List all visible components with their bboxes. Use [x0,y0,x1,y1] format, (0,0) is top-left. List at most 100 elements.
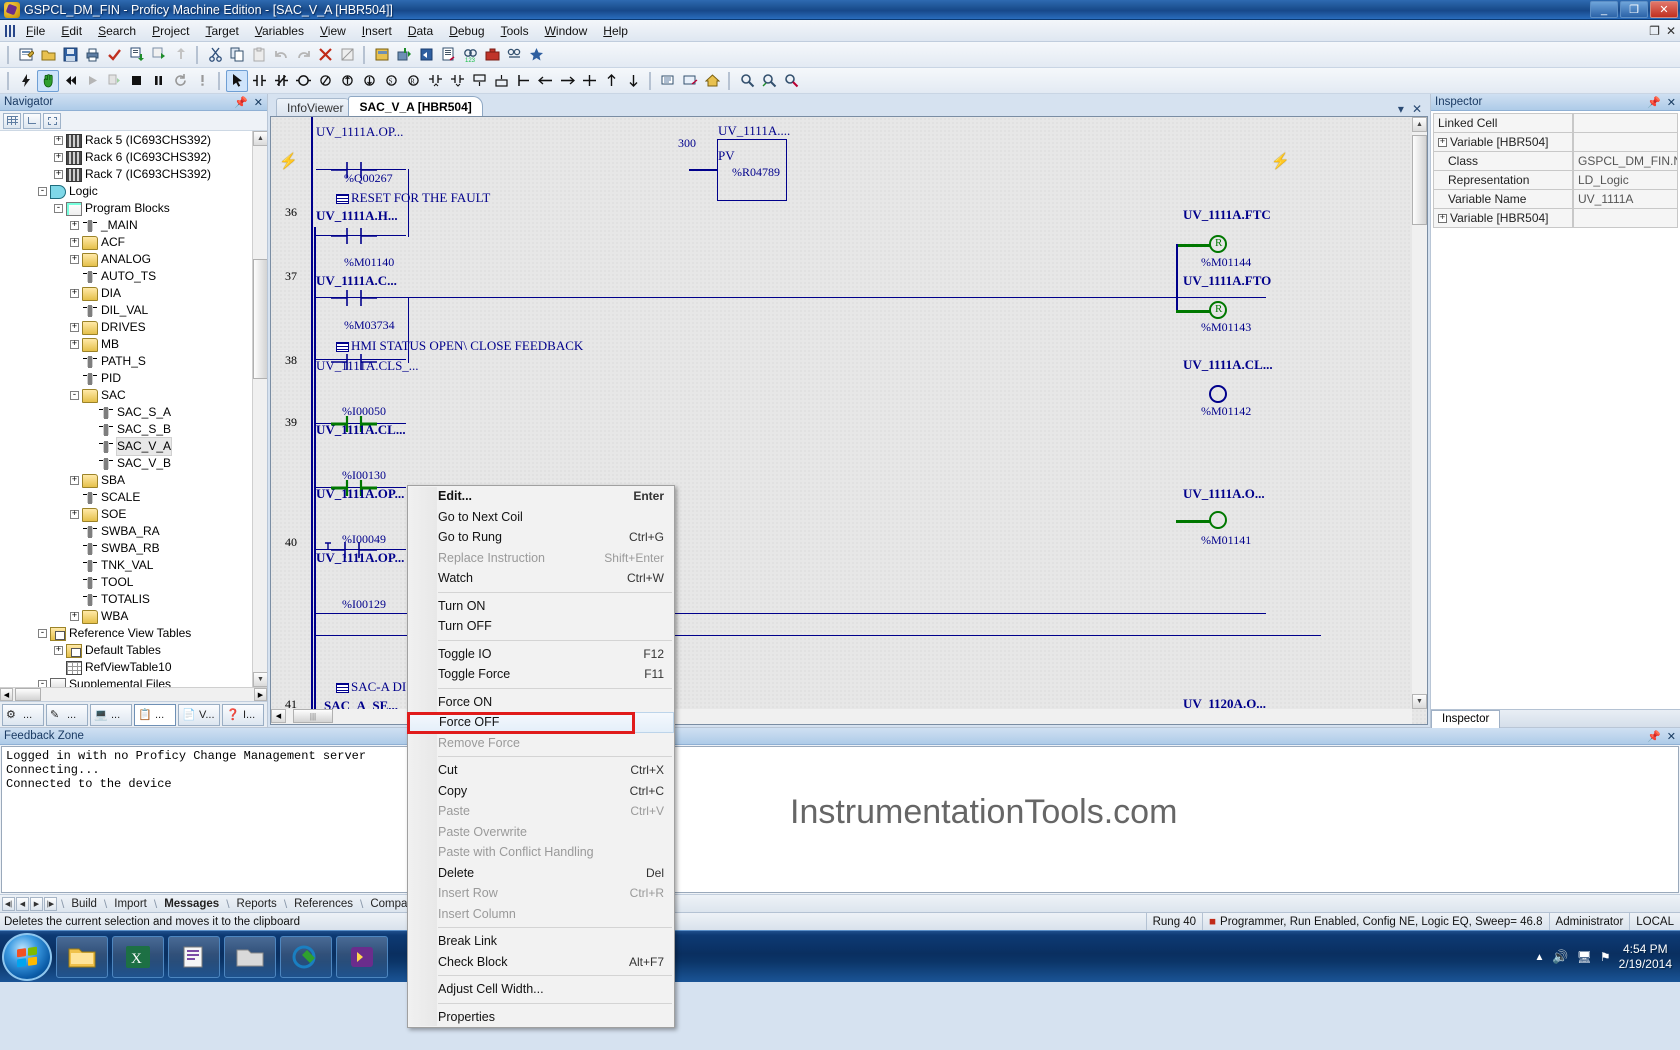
menu-item-delete[interactable]: Delete Del [408,863,674,884]
menu-target[interactable]: Target [197,21,246,41]
comment-icon[interactable] [657,70,679,92]
expand-all-icon[interactable] [23,112,41,129]
coil-set-ftc[interactable]: R [1209,235,1227,253]
menu-project[interactable]: Project [144,21,197,41]
ladder-operand-label[interactable]: %I00129 [342,597,386,612]
tree-expander[interactable]: + [70,510,79,519]
navigator-tab-variables[interactable]: 📄 V... [178,703,220,726]
mdi-restore-button[interactable]: ❐ [1649,24,1660,38]
feedback-messages[interactable]: Logged in with no Proficy Change Managem… [1,746,1679,893]
find-icon[interactable] [736,70,758,92]
stop-icon[interactable] [125,70,147,92]
menu-item-copy[interactable]: Copy Ctrl+C [408,781,674,802]
navigator-vertical-scrollbar[interactable]: ▲ ▼ [252,131,267,687]
tree-expander[interactable]: + [70,289,79,298]
tree-expander[interactable]: - [38,680,47,687]
grid-view-icon[interactable] [3,112,21,129]
ladder-comment[interactable]: RESET FOR THE FAULT [336,190,490,206]
menu-help[interactable]: Help [595,21,636,41]
pin-icon[interactable]: 📌 [1647,730,1661,743]
windows-start-icon[interactable] [2,932,52,981]
inspector-row[interactable]: Linked Cell [1433,113,1678,133]
ladder-operand-label[interactable]: UV_1111A.FTO [1183,273,1271,289]
pin-icon[interactable]: 📌 [234,96,248,109]
feedback-tab-reports[interactable]: Reports [230,898,284,910]
tree-item-soe[interactable]: + SOE [0,506,267,523]
home-icon[interactable] [701,70,723,92]
ladder-operand-label[interactable]: UV_1111A.FTC [1183,207,1271,223]
tree-item-sba[interactable]: + SBA [0,472,267,489]
inspector-value[interactable]: GSPCL_DM_FIN.NO_V [1573,151,1678,171]
menu-item-turn-off[interactable]: Turn OFF [408,616,674,637]
close-button[interactable]: ✕ [1650,1,1678,18]
menu-variables[interactable]: Variables [247,21,312,41]
tree-item-default-tables[interactable]: + Default Tables [0,642,267,659]
prev-icon[interactable]: ◀ [16,896,29,911]
tab-inspector[interactable]: Inspector [1431,709,1501,728]
toolchest-icon[interactable] [481,44,503,66]
ladder-operand-label[interactable]: %M03734 [344,318,395,333]
wire-up-icon[interactable] [600,70,622,92]
coil-reset-icon[interactable]: R [402,70,424,92]
taskbar-notes[interactable] [168,935,220,978]
flash-online-icon[interactable] [15,70,37,92]
box-down-icon[interactable] [490,70,512,92]
navigator-tab-help[interactable]: ❓ I... [222,703,264,726]
tree-item-program-blocks[interactable]: - Program Blocks [0,200,267,217]
print-icon[interactable] [81,44,103,66]
menu-item-turn-on[interactable]: Turn ON [408,596,674,617]
scroll-thumb-h[interactable]: ||| [293,709,333,723]
inspector-value[interactable]: UV_1111A [1573,189,1678,209]
taskbar-excel[interactable]: X [112,935,164,978]
tree-expander[interactable]: - [54,204,63,213]
menu-debug[interactable]: Debug [441,21,492,41]
ladder-operand-label[interactable]: 300 [678,136,696,151]
taskbar-clock[interactable]: 4:54 PM 2/19/2014 [1619,942,1672,972]
wire-down-icon[interactable] [622,70,644,92]
tree-expander[interactable]: + [70,221,79,230]
tree-item-mb[interactable]: + MB [0,336,267,353]
navigator-tab-pencil[interactable]: ✎... [46,703,88,726]
menu-item-cut[interactable]: Cut Ctrl+X [408,760,674,781]
contact-neg-icon[interactable] [446,70,468,92]
ladder-operand-label[interactable]: %M01143 [1201,320,1251,335]
scroll-down-arrow-icon[interactable]: ▼ [1412,694,1427,709]
navigator-tab-project[interactable]: 📋... [134,703,176,726]
taskbar-file-explorer[interactable] [56,935,108,978]
ladder-operand-label[interactable]: UV_1111A.CLS_... [316,358,419,374]
editor-tab-sac-v-a-hbr504-[interactable]: SAC_V_A [HBR504] [348,96,483,116]
taskbar-paint[interactable] [280,935,332,978]
tree-expander[interactable]: + [70,476,79,485]
tree-item-sac-s-a[interactable]: SAC_S_A [0,404,267,421]
menu-item-go-to-rung[interactable]: Go to Rung Ctrl+G [408,527,674,548]
ladder-operand-label[interactable]: UV_1111A.C... [316,273,397,289]
tree-item-sac[interactable]: - SAC [0,387,267,404]
upload-icon[interactable] [147,44,169,66]
tree-item-tool[interactable]: TOOL [0,574,267,591]
mdi-close-button[interactable]: ✕ [1666,24,1676,38]
find-next-icon[interactable] [758,70,780,92]
rewind-icon[interactable] [59,70,81,92]
tree-item-sac-v-b[interactable]: SAC_V_B [0,455,267,472]
tree-item-tnk-val[interactable]: TNK_VAL [0,557,267,574]
tree-item-rack-6-ic693chs392-[interactable]: + Rack 6 (IC693CHS392) [0,149,267,166]
tree-item-sac-s-b[interactable]: SAC_S_B [0,421,267,438]
menu-item-check-block[interactable]: Check Block Alt+F7 [408,952,674,973]
contact-no-icon[interactable] [248,70,270,92]
coil-icon[interactable] [292,70,314,92]
menu-tools[interactable]: Tools [493,21,537,41]
tree-expander[interactable]: + [54,170,63,179]
scroll-thumb[interactable] [1412,135,1427,225]
menu-item-toggle-io[interactable]: Toggle IO F12 [408,644,674,665]
taskbar-folder[interactable] [224,935,276,978]
scroll-down-arrow-icon[interactable]: ▼ [253,672,267,687]
menu-search[interactable]: Search [90,21,144,41]
tree-item-drives[interactable]: + DRIVES [0,319,267,336]
ladder-operand-label[interactable]: UV_1111A.OP... [316,124,403,140]
ladder-comment[interactable]: HMI STATUS OPEN\ CLOSE FEEDBACK [336,338,583,354]
last-icon[interactable]: |▶ [44,896,57,911]
tree-item-acf[interactable]: + ACF [0,234,267,251]
variables-icon[interactable] [371,44,393,66]
inspector-value[interactable] [1573,132,1678,152]
tree-item-swba-ra[interactable]: SWBA_RA [0,523,267,540]
